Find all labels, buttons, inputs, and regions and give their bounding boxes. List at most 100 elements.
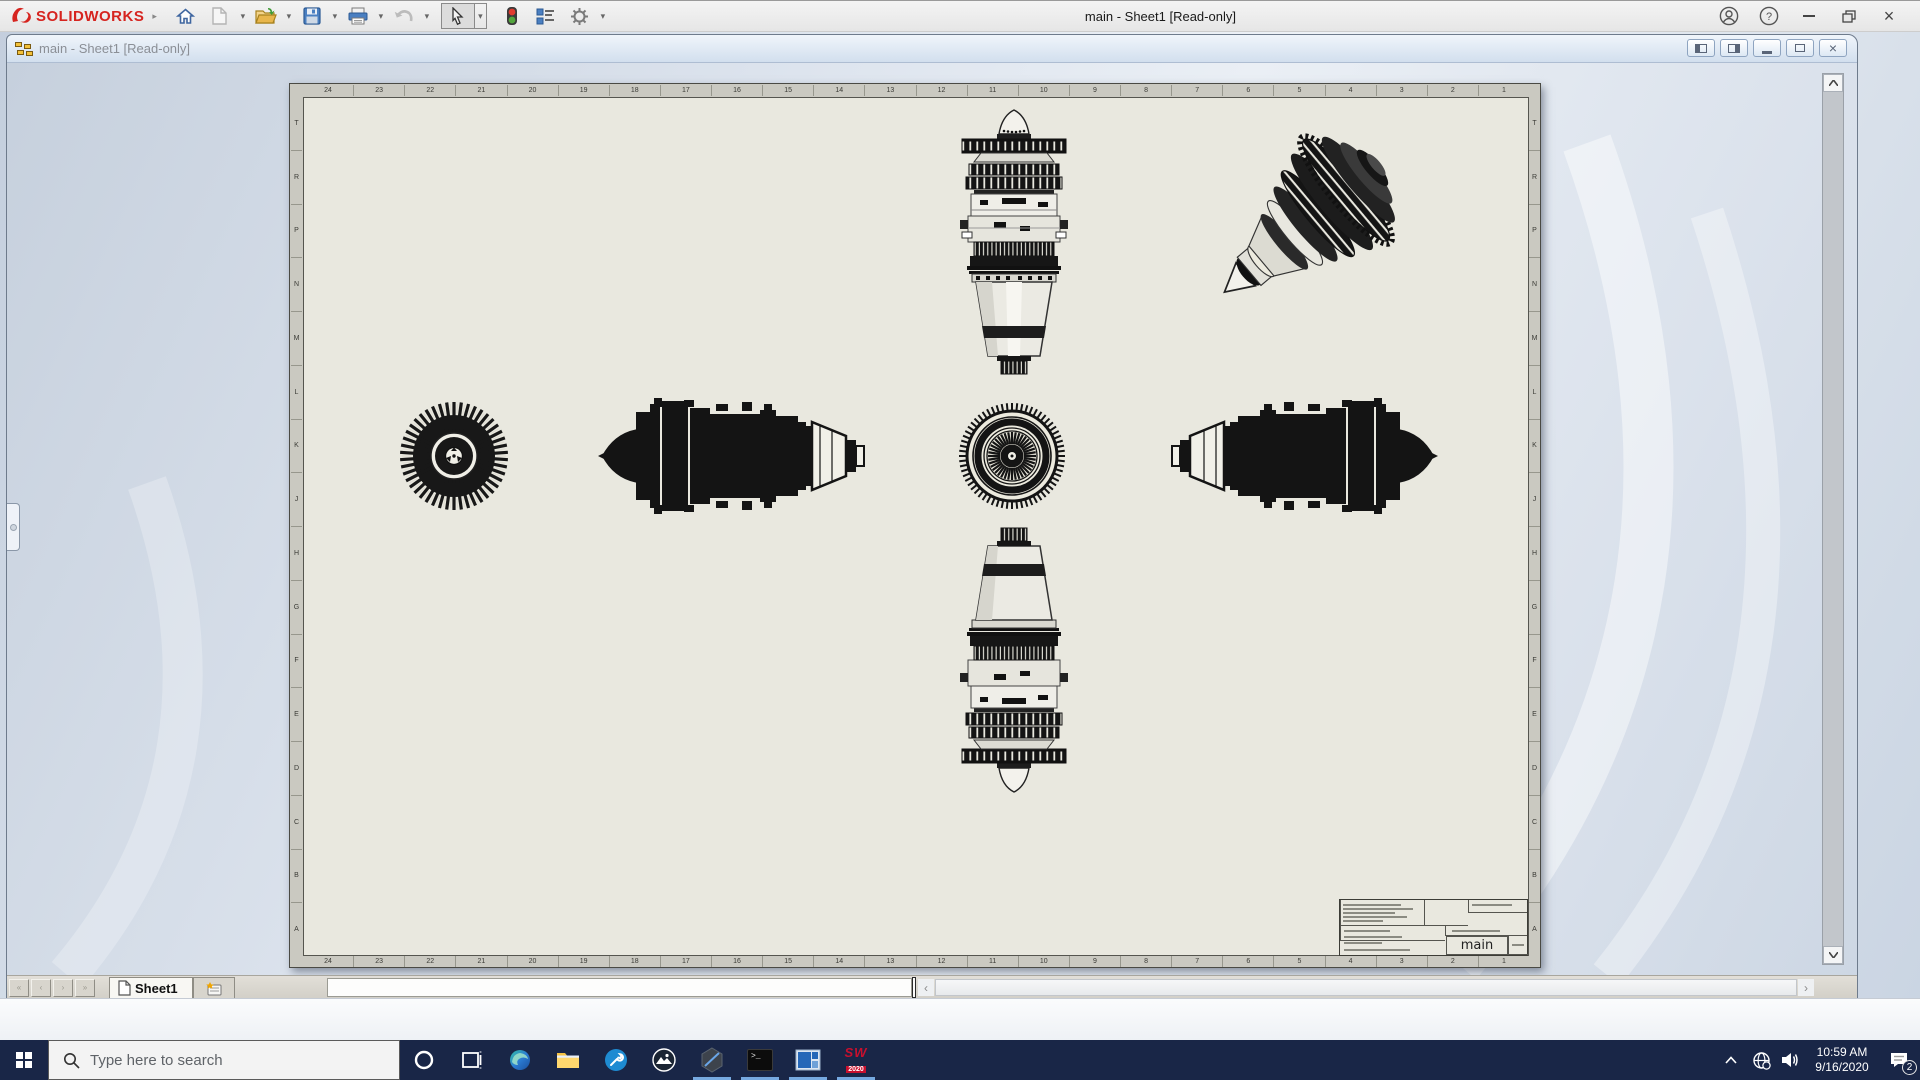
print-icon <box>348 7 368 25</box>
view-rear[interactable] <box>959 403 1065 509</box>
hscroll-left-button[interactable]: ‹ <box>918 979 934 996</box>
drawing-sheet[interactable]: 242322212019181716151413121110987654321 … <box>289 83 1541 968</box>
wrench-circle-button[interactable] <box>592 1040 640 1080</box>
minimize-button[interactable] <box>1792 3 1826 29</box>
photos-button[interactable] <box>640 1040 688 1080</box>
search-placeholder: Type here to search <box>90 1052 223 1069</box>
next-sheet-button[interactable]: › <box>53 979 73 997</box>
undo-button[interactable] <box>387 3 421 29</box>
drawing-document-icon <box>15 42 33 56</box>
sheet-tab-bar: « ‹ › » Sheet1 ‹ <box>7 975 1857 999</box>
print-button[interactable] <box>341 3 375 29</box>
help-button[interactable]: ? <box>1752 3 1786 29</box>
right-panel-toggle-button[interactable] <box>1720 39 1748 57</box>
wrench-circle-icon <box>604 1048 628 1072</box>
start-button[interactable] <box>0 1040 48 1080</box>
save-button[interactable] <box>295 3 329 29</box>
restore-icon <box>1842 10 1856 23</box>
tab-sheet1-label: Sheet1 <box>135 981 178 996</box>
blue-window-app-icon <box>795 1049 821 1071</box>
hscroll-right-button[interactable]: › <box>1798 979 1814 996</box>
network-globe-icon <box>1752 1051 1771 1070</box>
taskbar-search-input[interactable]: Type here to search <box>48 1040 400 1080</box>
view-bottom[interactable] <box>960 528 1068 792</box>
view-isometric[interactable] <box>1180 109 1424 345</box>
settings-dropdown[interactable]: ▾ <box>597 11 609 22</box>
new-document-dropdown[interactable]: ▾ <box>237 11 249 22</box>
open-button[interactable] <box>249 3 283 29</box>
open-icon <box>255 7 277 25</box>
vertical-scrollbar[interactable] <box>1822 73 1844 965</box>
view-front[interactable] <box>400 402 508 510</box>
task-view-button[interactable] <box>448 1040 496 1080</box>
command-prompt-button[interactable]: >_ <box>736 1040 784 1080</box>
add-sheet-button[interactable] <box>193 977 235 999</box>
cortana-button[interactable] <box>400 1040 448 1080</box>
panel-grip-icon <box>10 524 17 531</box>
action-center-button[interactable]: 2 <box>1878 1040 1920 1080</box>
components-list-button[interactable] <box>529 3 563 29</box>
clock-date: 9/16/2020 <box>1810 1060 1874 1075</box>
chevron-up-icon <box>1725 1056 1737 1064</box>
save-icon <box>303 7 321 25</box>
cortana-icon <box>413 1049 435 1071</box>
view-side-left[interactable] <box>598 398 864 514</box>
settings-button[interactable] <box>563 3 597 29</box>
tabbar-splitter[interactable] <box>912 977 916 998</box>
taskbar: Type here to search <box>0 1040 1920 1080</box>
print-dropdown[interactable]: ▾ <box>375 11 387 22</box>
doc-close-button[interactable]: × <box>1819 39 1847 57</box>
volume-button[interactable] <box>1776 1040 1806 1080</box>
brand-flyout-arrow[interactable]: ▸ <box>152 11 157 22</box>
status-strip <box>0 998 1920 1040</box>
blue-window-app-button[interactable] <box>784 1040 832 1080</box>
drawing-client-area[interactable]: 242322212019181716151413121110987654321 … <box>7 63 1857 975</box>
sheet-page-icon <box>118 980 131 996</box>
open-dropdown[interactable]: ▾ <box>283 11 295 22</box>
file-explorer-button[interactable] <box>544 1040 592 1080</box>
engine-views <box>290 84 1542 969</box>
network-button[interactable] <box>1746 1040 1776 1080</box>
system-tray: 10:59 AM 9/16/2020 2 <box>1716 1040 1920 1080</box>
document-titlebar[interactable]: main - Sheet1 [Read-only] × <box>7 35 1857 63</box>
first-sheet-button[interactable]: « <box>9 979 29 997</box>
undo-dropdown[interactable]: ▾ <box>421 11 433 22</box>
command-prompt-icon: >_ <box>747 1049 773 1071</box>
view-side-right[interactable] <box>1172 398 1438 514</box>
status-panel <box>327 978 912 997</box>
previous-sheet-button[interactable]: ‹ <box>31 979 51 997</box>
scroll-up-button[interactable] <box>1823 74 1843 92</box>
account-icon <box>1719 6 1739 26</box>
hexagon-app-icon <box>700 1047 724 1073</box>
scroll-down-button[interactable] <box>1823 946 1843 964</box>
stoplight-button[interactable] <box>495 3 529 29</box>
tray-expand-button[interactable] <box>1716 1040 1746 1080</box>
edge-button[interactable] <box>496 1040 544 1080</box>
solidworks-2020-icon: SW 2020 <box>845 1046 868 1075</box>
select-tool-dropdown[interactable]: ▾ <box>475 3 487 29</box>
select-tool-button[interactable] <box>441 3 475 29</box>
restore-button[interactable] <box>1832 3 1866 29</box>
home-icon <box>176 8 195 25</box>
doc-restore-button[interactable] <box>1786 39 1814 57</box>
close-button[interactable]: × <box>1872 3 1906 29</box>
left-panel-handle[interactable] <box>7 503 20 551</box>
home-button[interactable] <box>169 3 203 29</box>
account-button[interactable] <box>1712 3 1746 29</box>
last-sheet-button[interactable]: » <box>75 979 95 997</box>
doc-minimize-button[interactable] <box>1753 39 1781 57</box>
save-dropdown[interactable]: ▾ <box>329 11 341 22</box>
title-block: main <box>1339 899 1528 956</box>
view-top[interactable] <box>960 110 1068 374</box>
horizontal-scrollbar[interactable] <box>935 979 1797 996</box>
settings-gear-icon <box>570 7 589 26</box>
svg-text:?: ? <box>1766 11 1772 23</box>
tab-sheet1[interactable]: Sheet1 <box>109 977 193 999</box>
left-panel-toggle-button[interactable] <box>1687 39 1715 57</box>
taskbar-clock[interactable]: 10:59 AM 9/16/2020 <box>1806 1045 1878 1075</box>
hexagon-app-button[interactable] <box>688 1040 736 1080</box>
right-panel-icon <box>1728 44 1740 53</box>
new-document-button[interactable] <box>203 3 237 29</box>
solidworks-2020-button[interactable]: SW 2020 <box>832 1040 880 1080</box>
stoplight-icon <box>506 6 518 26</box>
